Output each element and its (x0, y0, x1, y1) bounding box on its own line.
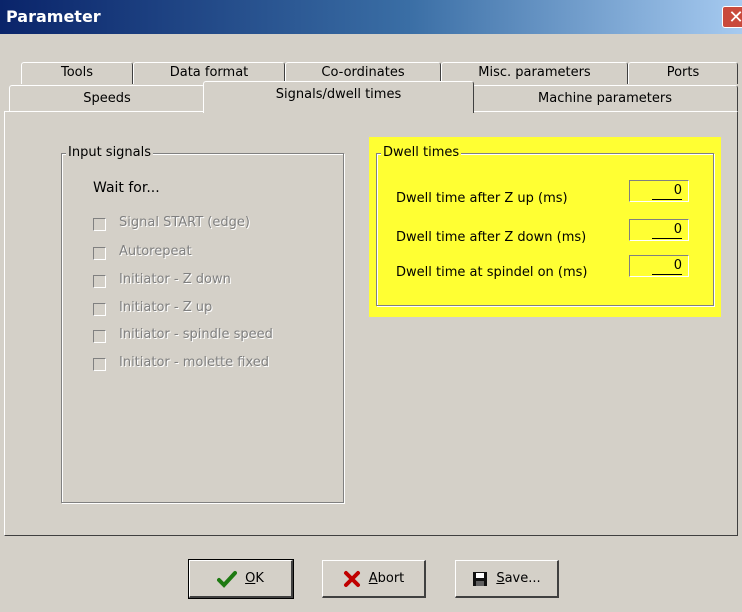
initiator-spindle-speed-label: Initiator - spindle speed (119, 327, 273, 342)
ok-button[interactable]: OK (188, 559, 294, 599)
abort-button[interactable]: Abort (322, 560, 426, 598)
tab-signals-dwell-times[interactable]: Signals/dwell times (203, 81, 474, 113)
initiator-z-down-label: Initiator - Z down (119, 272, 231, 287)
floppy-disk-icon (473, 571, 488, 586)
signal-start-label: Signal START (edge) (119, 215, 250, 230)
initiator-z-up-label: Initiator - Z up (119, 300, 213, 315)
x-icon (343, 570, 360, 587)
dwell-spindel-on-label: Dwell time at spindel on (ms) (396, 265, 588, 280)
initiator-z-up-checkbox[interactable] (93, 303, 106, 316)
autorepeat-label: Autorepeat (119, 244, 192, 259)
tab-machine-parameters[interactable]: Machine parameters (472, 85, 738, 112)
check-icon (217, 570, 238, 588)
dwell-times-title: Dwell times (381, 145, 462, 160)
dwell-after-z-up-input[interactable]: 0 (629, 180, 689, 202)
initiator-z-down-checkbox[interactable] (93, 275, 106, 288)
initiator-molette-fixed-label: Initiator - molette fixed (119, 355, 269, 370)
tab-tools[interactable]: Tools (21, 62, 133, 84)
window-title: Parameter (6, 7, 101, 26)
initiator-molette-fixed-checkbox[interactable] (93, 358, 106, 371)
autorepeat-checkbox[interactable] (93, 247, 106, 260)
dwell-after-z-down-input[interactable]: 0 (629, 219, 689, 241)
signal-start-checkbox[interactable] (93, 218, 106, 231)
dwell-after-z-up-label: Dwell time after Z up (ms) (396, 191, 568, 206)
wait-for-label: Wait for... (93, 180, 160, 196)
close-icon: ✕ (728, 7, 742, 28)
save-button[interactable]: Save... (455, 560, 559, 598)
input-signals-title: Input signals (66, 145, 154, 160)
dwell-after-z-down-label: Dwell time after Z down (ms) (396, 230, 587, 245)
close-button[interactable]: ✕ (722, 6, 742, 28)
dwell-spindel-on-input[interactable]: 0 (629, 255, 689, 277)
initiator-spindle-speed-checkbox[interactable] (93, 330, 106, 343)
title-bar (0, 0, 742, 34)
tab-ports[interactable]: Ports (628, 62, 738, 84)
tab-speeds[interactable]: Speeds (9, 85, 205, 112)
